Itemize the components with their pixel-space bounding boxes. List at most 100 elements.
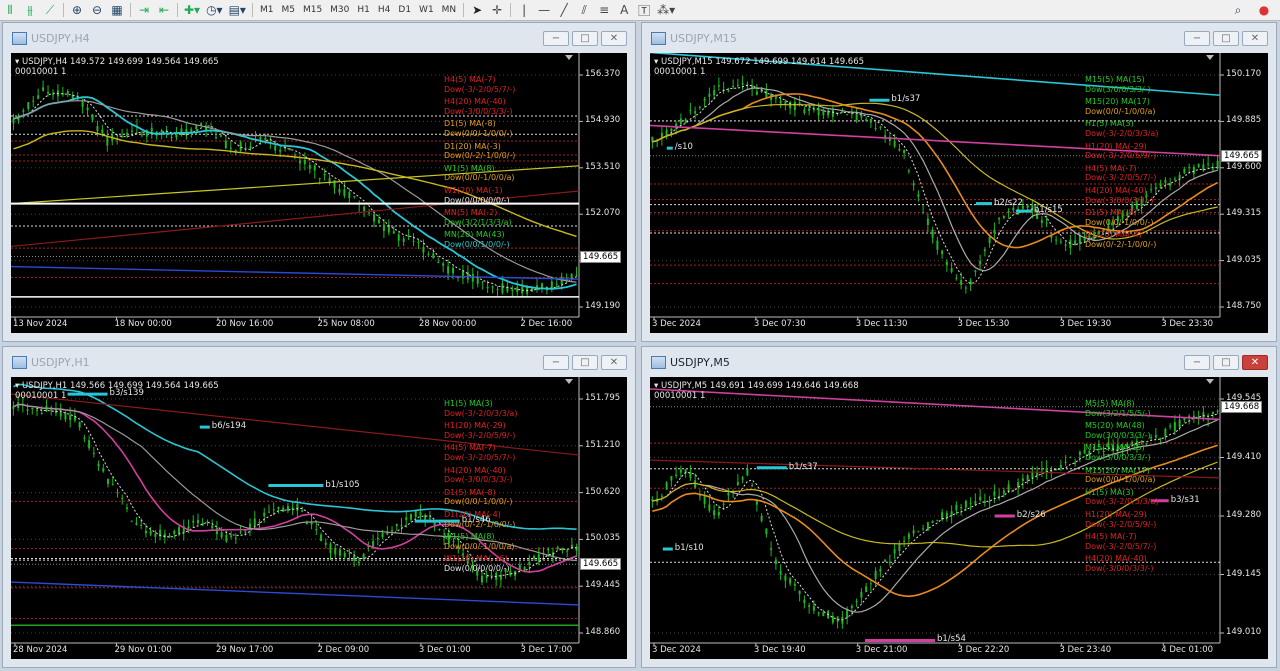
chart-area[interactable]: 150.170 149.885 149.600 149.315 149.035 148.7… [650,53,1268,333]
candle-body [190,128,193,132]
window-titlebar[interactable]: USDJPY,M5 [642,347,1276,377]
fibonacci-icon[interactable]: ≡ [594,1,614,19]
templates-icon[interactable]: ▤▾ [226,1,249,19]
legend-entry: H1(5) MA(3) [1085,487,1134,497]
candle-body [736,482,739,486]
channel-icon[interactable]: ⫽ [574,1,594,19]
price-plot[interactable] [650,377,1268,659]
auto-scroll-icon[interactable]: ⇥ [134,1,154,19]
timeframe-d1[interactable]: D1 [394,1,415,19]
maximize-button[interactable]: □ [572,31,598,46]
timeframe-m30[interactable]: M30 [326,1,353,19]
price-plot[interactable] [11,377,627,659]
candlestick-chart-icon[interactable]: ⫵ [20,1,40,19]
minimize-button[interactable]: − [543,355,569,370]
candle-body [376,537,379,540]
minimize-button[interactable]: − [1184,31,1210,46]
candle-body [1064,461,1067,463]
minimize-button[interactable]: − [543,31,569,46]
cursor-icon[interactable]: ➤ [467,1,487,19]
maximize-button[interactable]: □ [572,355,598,370]
crosshair-icon[interactable]: ✛ [487,1,507,19]
chart-shift-marker[interactable] [565,55,573,60]
candle-body [333,180,336,188]
chart-area[interactable]: 149.545 149.410 149.280 149.145 149.010 b1/s3… [650,377,1268,659]
chart-window-h1[interactable]: USDJPY,H1 − □ ✕ 151.795 151.210 150.620 150… [2,346,636,668]
candle-body [178,527,181,534]
text-tool[interactable]: A [614,1,634,19]
close-button[interactable]: ✕ [1242,355,1268,370]
chart-shift-marker[interactable] [1206,55,1214,60]
candle-body [793,101,796,111]
candle-body [717,512,720,516]
time-axis-label: 2 Dec 09:00 [317,645,370,655]
vertical-line-icon[interactable]: | [514,1,534,19]
candle-body [703,495,706,504]
candle-body [437,261,440,263]
chart-window-h4[interactable]: USDJPY,H4 − □ ✕ 156.370 154.930 153.510 152… [2,22,636,342]
window-titlebar[interactable]: USDJPY,H4 [3,23,635,53]
time-axis-label: 29 Nov 01:00 [114,645,172,655]
notification-icon[interactable]: ● [1254,1,1274,19]
candle-body [187,526,190,529]
legend-entry: H4(20) MA(-40) [444,465,506,475]
timeframe-m15[interactable]: M15 [299,1,326,19]
window-titlebar[interactable]: USDJPY,H1 [3,347,635,377]
maximize-button[interactable]: □ [1213,31,1239,46]
zoom-out-icon[interactable]: ⊖ [87,1,107,19]
candle-body [884,559,887,562]
candle-body [931,229,934,238]
timeframe-m5[interactable]: M5 [277,1,299,19]
text-label-icon[interactable]: 🅃 [634,1,654,19]
chart-shift-marker[interactable] [1206,379,1214,384]
timeframe-m1[interactable]: M1 [256,1,278,19]
candle-body [817,612,820,614]
legend-entry: Dow(-3/-2/0/5/7/-) [1085,541,1157,551]
price-plot[interactable] [11,53,627,333]
candle-body [32,100,35,102]
legend-entry: Dow(0/0/-1/0/0/a) [1085,475,1156,485]
tile-windows-icon[interactable]: ▦ [107,1,127,19]
minimize-button[interactable]: − [1184,355,1210,370]
timeframe-h4[interactable]: H4 [374,1,395,19]
price-axis-label: 149.280 [1226,510,1262,520]
trend-line-icon[interactable]: ╱ [554,1,574,19]
chart-window-m5[interactable]: USDJPY,M5 − □ ✕ 149.545 149.410 149.280 149… [641,346,1277,668]
chart-shift-marker[interactable] [565,379,573,384]
candle-body [91,114,94,120]
candle-body [1183,168,1186,174]
candle-body [903,149,906,153]
candle-body [400,524,403,527]
current-price-tag: 149.665 [580,558,622,571]
candle-body [343,189,346,196]
window-titlebar[interactable]: USDJPY,M15 [642,23,1276,53]
zoom-in-icon[interactable]: ⊕ [67,1,87,19]
timeframe-mn[interactable]: MN [438,1,461,19]
timeframe-w1[interactable]: W1 [415,1,438,19]
line-chart-icon[interactable]: ⟋ [40,1,60,19]
candle-body [955,504,958,511]
maximize-button[interactable]: □ [1213,355,1239,370]
bar-chart-icon[interactable]: ⫴ [0,1,20,19]
chart-area[interactable]: 156.370154.930153.510152.070150.630149.1… [11,53,627,333]
candle-body [679,118,682,125]
periods-icon[interactable]: ◷▾ [203,1,226,19]
indicators-icon[interactable]: ✚▾ [181,1,203,19]
candle-body [1021,478,1024,482]
horizontal-line-icon[interactable]: — [534,1,554,19]
search-icon[interactable]: ⌕ [1228,1,1248,19]
shapes-icon[interactable]: ⁂▾ [654,1,678,19]
time-axis-label: 18 Nov 00:00 [114,319,172,329]
timeframe-h1[interactable]: H1 [353,1,374,19]
close-button[interactable]: ✕ [601,355,627,370]
window-title: USDJPY,M15 [670,31,737,45]
close-button[interactable]: ✕ [1242,31,1268,46]
chart-area[interactable]: 151.795 151.210 150.620 150.035 149.445 148.8… [11,377,627,659]
close-button[interactable]: ✕ [601,31,627,46]
candle-body [382,224,385,231]
candle-body [315,529,318,531]
chart-shift-icon[interactable]: ⇤ [154,1,174,19]
legend-entry: H4(5) MA(-7) [444,443,496,453]
chart-window-m15[interactable]: USDJPY,M15 − □ ✕ 150.170 149.885 149.600 14… [641,22,1277,342]
price-plot[interactable] [650,53,1268,333]
